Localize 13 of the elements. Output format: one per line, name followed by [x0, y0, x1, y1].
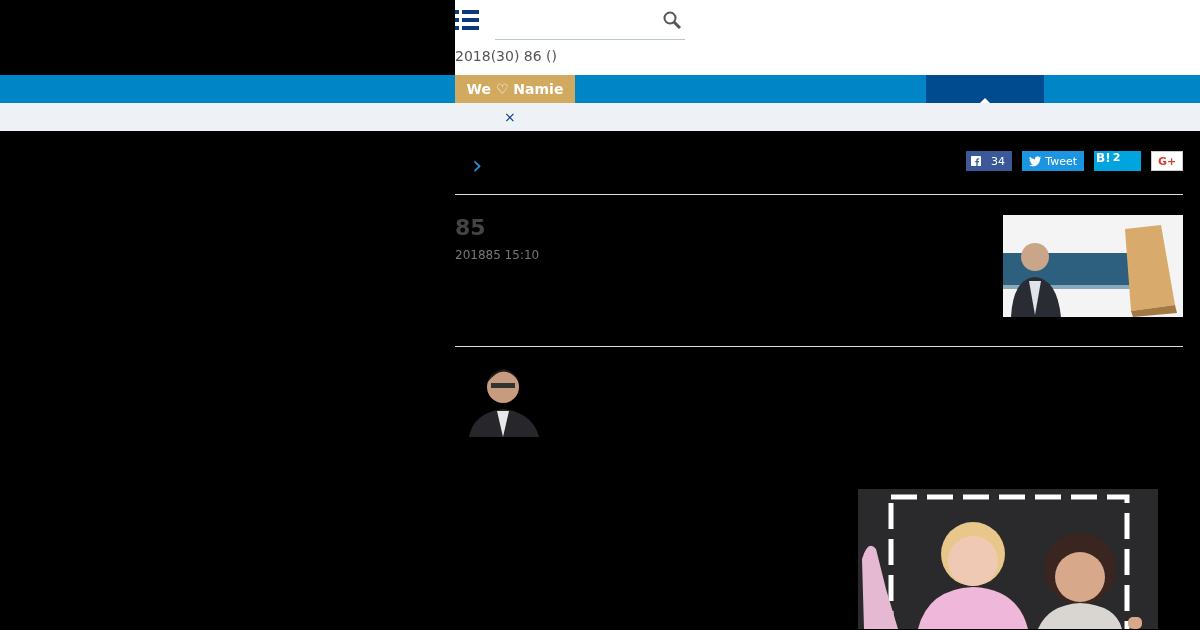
- bird-icon: [1029, 155, 1042, 167]
- search-icon[interactable]: [663, 10, 681, 29]
- close-button[interactable]: ×: [504, 109, 516, 125]
- article-title: 85: [455, 215, 487, 240]
- share-button[interactable]: 34: [966, 151, 1012, 171]
- tweet-button[interactable]: Tweet: [1022, 151, 1084, 171]
- menu-icon[interactable]: [455, 10, 479, 30]
- facebook-icon: [971, 155, 981, 167]
- notice-text: 2018(30) 86 (): [455, 48, 557, 64]
- bookmark-button[interactable]: B! 2: [1094, 151, 1141, 171]
- article-date: 201885 15:10: [455, 248, 541, 262]
- chevron-link[interactable]: ›: [472, 152, 483, 178]
- share-button[interactable]: G+: [1151, 151, 1183, 171]
